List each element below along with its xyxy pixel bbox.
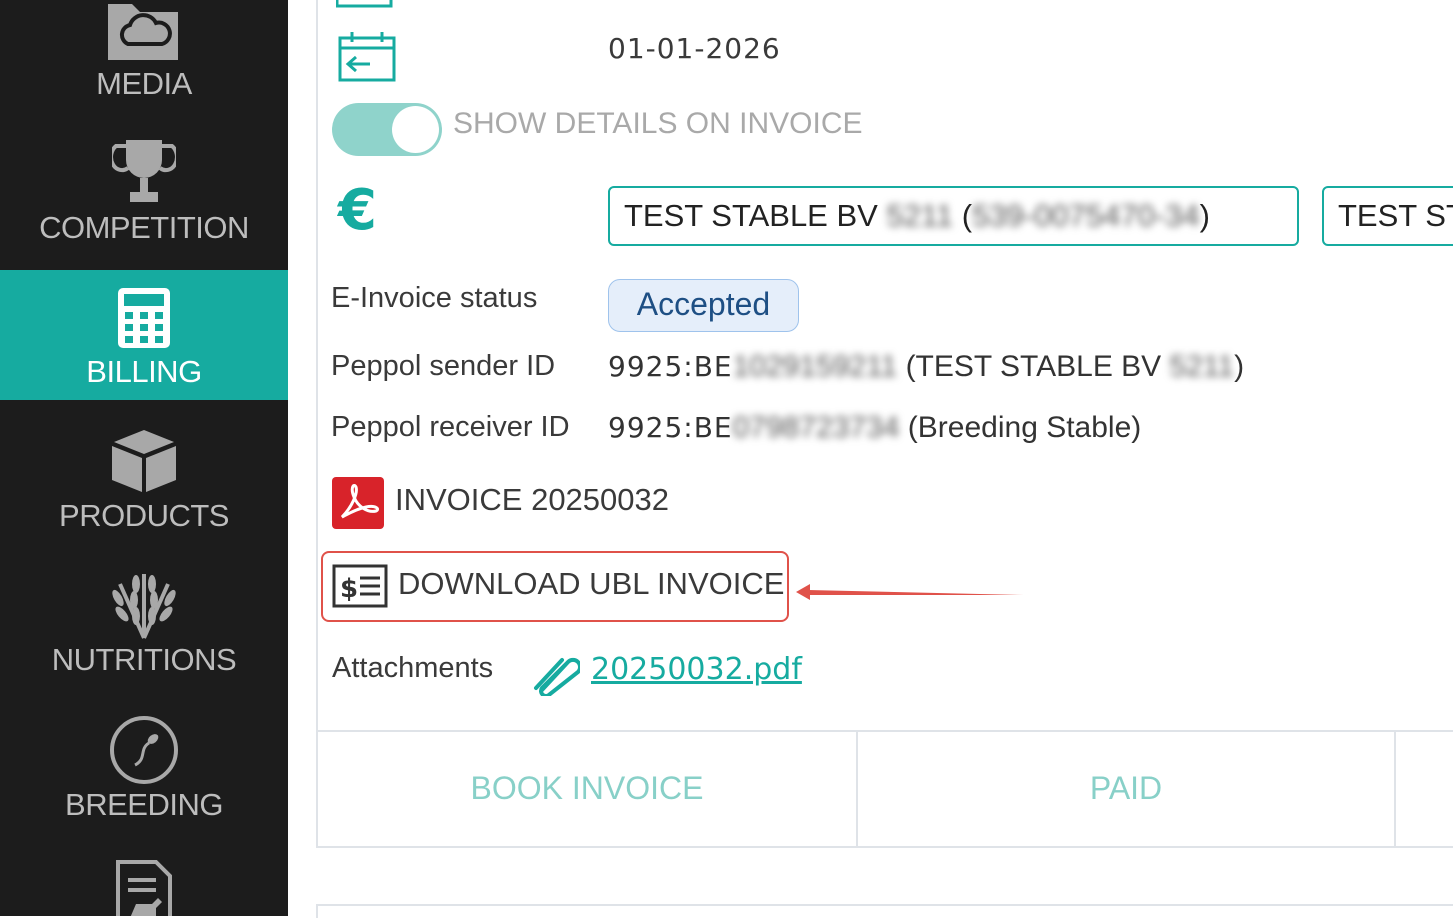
calculator-icon [117,287,171,353]
sidebar-item-media[interactable]: MEDIA [0,0,288,120]
einvoice-status-label: E-Invoice status [331,282,538,314]
sidebar-item-products[interactable]: PRODUCTS [0,400,288,550]
sidebar-item-label: PRODUCTS [59,498,229,533]
svg-text:$: $ [340,574,358,604]
peppol-receiver-name: (Breeding Stable) [907,411,1142,444]
toggle-knob [392,106,439,153]
sender-party-select[interactable]: TEST STABLE BV 5211 (539-0075470-34) [608,186,1299,246]
pdf-icon [332,477,384,533]
sidebar-item-label: COMPETITION [39,210,249,245]
download-ubl-label: DOWNLOAD UBL INVOICE [398,566,785,601]
wheat-icon [106,570,182,644]
sender-party-open-paren: ( [961,198,973,233]
peppol-sender-prefix: 9925:BE [608,350,733,383]
peppol-receiver-id: 0798723734 [732,411,900,444]
sidebar-item-horse-document[interactable] [0,840,288,916]
show-details-toggle[interactable] [332,103,442,156]
einvoice-status-badge: Accepted [608,279,799,332]
pdf-invoice-link[interactable]: INVOICE 20250032 [331,476,701,532]
invoice-date: 01-01-2026 [608,32,781,65]
show-details-label: SHOW DETAILS ON INVOICE [453,107,863,140]
horse-document-icon [112,858,176,916]
sender-party-vat: 539-0075470-34 [972,198,1200,233]
peppol-sender-name: (TEST STABLE BV [905,350,1162,383]
peppol-sender-value: 9925:BE1029159211 (TEST STABLE BV 5211) [608,350,1244,384]
paperclip-icon [532,652,583,700]
sidebar-item-nutritions[interactable]: NUTRITIONS [0,550,288,695]
ubl-document-icon: $ [332,564,388,612]
sidebar-item-label: NUTRITIONS [51,642,237,677]
sidebar-item-label: MEDIA [96,66,192,101]
sidebar-item-breeding[interactable]: BREEDING [0,695,288,840]
peppol-sender-id: 1029159211 [732,350,898,383]
peppol-sender-close-paren: ) [1234,350,1245,383]
calendar-icon [335,0,396,14]
box-icon [110,428,178,498]
sidebar: MEDIA COMPETITION BILLING PRODUCTS NUTRI… [0,0,288,916]
sidebar-item-label: BILLING [86,354,202,389]
peppol-receiver-value: 9925:BE0798723734 (Breeding Stable) [608,411,1141,445]
attachment-file-link[interactable]: 20250032.pdf [591,652,802,687]
peppol-receiver-prefix: 9925:BE [608,411,733,444]
annotation-arrow [794,580,1026,610]
peppol-receiver-label: Peppol receiver ID [331,411,570,443]
sender-party-number: 5211 [886,198,954,233]
folder-cloud-icon [106,0,182,68]
trophy-icon [109,138,179,212]
sender-party-close-paren: ) [1199,198,1210,233]
book-invoice-button[interactable]: BOOK INVOICE [318,732,858,848]
attachments-label: Attachments [332,652,494,684]
receiver-party-name: TEST ST [1338,198,1453,233]
sidebar-item-competition[interactable]: COMPETITION [0,120,288,270]
receiver-party-select[interactable]: TEST ST [1322,186,1453,246]
action-bar: BOOK INVOICE PAID [318,730,1453,848]
sidebar-item-billing[interactable]: BILLING [0,270,288,400]
sidebar-item-label: BREEDING [65,787,223,822]
pdf-invoice-label: INVOICE 20250032 [395,482,670,517]
peppol-sender-name-number: 5211 [1169,350,1235,383]
sender-party-name: TEST STABLE BV [624,198,878,233]
euro-icon: € [338,178,377,243]
calendar-return-icon [338,30,398,86]
sperm-icon [109,715,179,789]
paid-button[interactable]: PAID [858,732,1396,848]
download-ubl-button[interactable]: $ DOWNLOAD UBL INVOICE [330,560,785,612]
peppol-sender-label: Peppol sender ID [331,350,556,382]
